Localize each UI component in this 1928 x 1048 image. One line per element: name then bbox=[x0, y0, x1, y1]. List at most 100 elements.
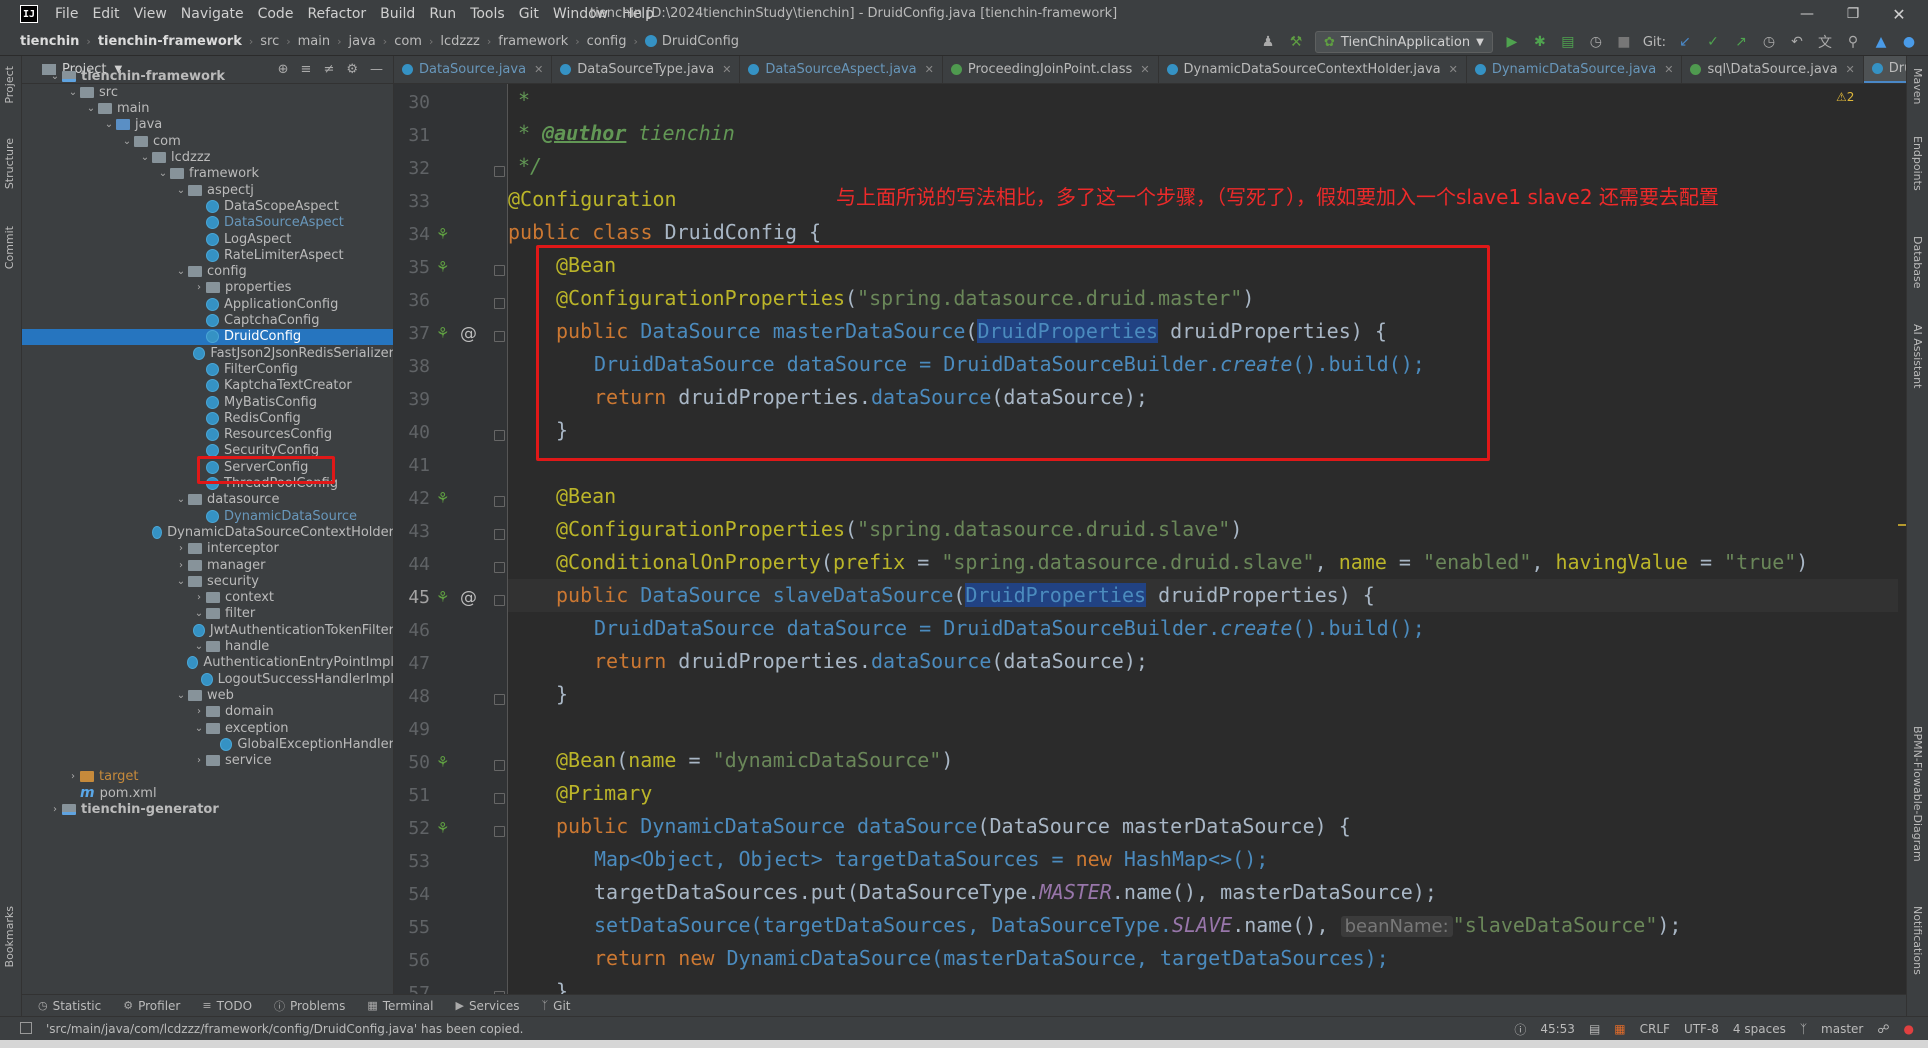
menu-run[interactable]: Run bbox=[422, 0, 463, 28]
tool-statistic[interactable]: ◷ Statistic bbox=[38, 999, 101, 1013]
fold-marker-icon[interactable] bbox=[494, 166, 505, 177]
tool-git[interactable]: ᛉ Git bbox=[542, 999, 571, 1013]
fold-marker-icon[interactable] bbox=[494, 265, 505, 276]
line-number[interactable]: 52 bbox=[394, 818, 430, 839]
file-encoding[interactable]: UTF-8 bbox=[1684, 1022, 1719, 1036]
search-icon[interactable]: ⚲ bbox=[1844, 33, 1862, 51]
chevron-right-icon[interactable]: › bbox=[174, 560, 188, 571]
warning-marker[interactable] bbox=[1898, 524, 1906, 526]
tree-item[interactable]: ⌄ handle bbox=[22, 639, 393, 655]
close-tab-icon[interactable]: ✕ bbox=[722, 63, 731, 76]
git-commit-icon[interactable]: ✓ bbox=[1704, 33, 1722, 51]
tree-item[interactable]: › target bbox=[22, 769, 393, 785]
menu-navigate[interactable]: Navigate bbox=[174, 0, 251, 28]
crumb-lcdzzz[interactable]: lcdzzz bbox=[440, 34, 479, 49]
user-icon[interactable]: ♟ bbox=[1259, 33, 1277, 51]
tree-item[interactable]: › tienchin-generator bbox=[22, 802, 393, 818]
tool-tab-bookmarks[interactable]: Bookmarks bbox=[3, 906, 16, 967]
chevron-right-icon[interactable]: › bbox=[66, 771, 80, 782]
menu-build[interactable]: Build bbox=[373, 0, 422, 28]
tree-item[interactable]: ⌄ web bbox=[22, 687, 393, 703]
readonly-toggle-icon[interactable]: ▤ bbox=[1589, 1022, 1600, 1036]
tree-item[interactable]: AuthenticationEntryPointImpl bbox=[22, 655, 393, 671]
chevron-right-icon[interactable]: › bbox=[192, 706, 206, 717]
editor-tab[interactable]: ProceedingJoinPoint.class ✕ bbox=[943, 56, 1159, 83]
chevron-down-icon[interactable]: ⌄ bbox=[120, 136, 134, 147]
chevron-right-icon[interactable]: › bbox=[192, 282, 206, 293]
tool-terminal[interactable]: ▦ Terminal bbox=[367, 999, 433, 1013]
close-tab-icon[interactable]: ✕ bbox=[534, 63, 543, 76]
fold-marker-icon[interactable] bbox=[494, 826, 505, 837]
chevron-right-icon[interactable]: › bbox=[192, 592, 206, 603]
editor-tab[interactable]: DataSource.java ✕ bbox=[394, 56, 553, 83]
chevron-down-icon[interactable]: ⌄ bbox=[138, 152, 152, 163]
tool-tab-bpmn[interactable]: BPMN-Flowable-Diagram bbox=[1911, 726, 1924, 862]
line-number[interactable]: 37 bbox=[394, 323, 430, 344]
line-number[interactable]: 49 bbox=[394, 719, 430, 740]
tool-tab-notifications[interactable]: Notifications bbox=[1911, 906, 1924, 975]
translate-icon[interactable]: 文 bbox=[1816, 33, 1834, 51]
editor-tab[interactable]: DruidConfig.java✕ bbox=[1863, 56, 1906, 83]
line-number[interactable]: 51 bbox=[394, 785, 430, 806]
line-number[interactable]: 53 bbox=[394, 851, 430, 872]
tool-todo[interactable]: ≡ TODO bbox=[202, 999, 252, 1013]
chevron-down-icon[interactable]: ⌄ bbox=[102, 119, 116, 130]
line-number[interactable]: 44 bbox=[394, 554, 430, 575]
tree-item[interactable]: ⌄ aspectj bbox=[22, 182, 393, 198]
tree-item[interactable]: › properties bbox=[22, 280, 393, 296]
chevron-down-icon[interactable]: ⌄ bbox=[174, 576, 188, 587]
chevron-down-icon[interactable]: ⌄ bbox=[174, 185, 188, 196]
tool-tab-endpoints[interactable]: Endpoints bbox=[1911, 136, 1924, 191]
line-separator[interactable]: CRLF bbox=[1640, 1022, 1670, 1036]
fold-marker-icon[interactable] bbox=[494, 529, 505, 540]
editor-tab[interactable]: DataSourceType.java ✕ bbox=[552, 56, 741, 83]
help-icon[interactable]: ⓘ bbox=[1514, 1021, 1526, 1038]
menu-refactor[interactable]: Refactor bbox=[300, 0, 373, 28]
tool-tab-project[interactable]: Project bbox=[3, 66, 16, 104]
tree-item[interactable]: › domain bbox=[22, 704, 393, 720]
rollback-icon[interactable]: ↶ bbox=[1788, 33, 1806, 51]
fold-marker-icon[interactable] bbox=[494, 694, 505, 705]
lock-icon[interactable]: ☍ bbox=[1877, 1022, 1889, 1036]
chevron-down-icon[interactable]: ⌄ bbox=[192, 723, 206, 734]
git-update-icon[interactable]: ↙ bbox=[1676, 33, 1694, 51]
toggle-tool-windows-icon[interactable] bbox=[20, 1022, 32, 1034]
close-icon[interactable]: ✕ bbox=[1876, 0, 1922, 28]
tree-item[interactable]: ApplicationConfig bbox=[22, 296, 393, 312]
crumb-config[interactable]: config bbox=[587, 34, 627, 49]
tree-item[interactable]: RateLimiterAspect bbox=[22, 247, 393, 263]
fold-marker-icon[interactable] bbox=[494, 793, 505, 804]
line-number[interactable]: 45 bbox=[394, 587, 430, 608]
close-tab-icon[interactable]: ✕ bbox=[1846, 63, 1855, 76]
tree-item[interactable]: ⌄ security bbox=[22, 573, 393, 589]
line-number[interactable]: 32 bbox=[394, 158, 430, 179]
close-tab-icon[interactable]: ✕ bbox=[1140, 63, 1149, 76]
ai-assistant-icon[interactable]: ● bbox=[1900, 33, 1918, 51]
menu-code[interactable]: Code bbox=[251, 0, 301, 28]
tree-item[interactable]: ⌄ src bbox=[22, 84, 393, 100]
line-number[interactable]: 50 bbox=[394, 752, 430, 773]
tree-item[interactable]: › service bbox=[22, 753, 393, 769]
tree-item[interactable]: JwtAuthenticationTokenFilter bbox=[22, 622, 393, 638]
coverage-icon[interactable]: ▤ bbox=[1559, 33, 1577, 51]
line-number[interactable]: 36 bbox=[394, 290, 430, 311]
run-icon[interactable]: ▶ bbox=[1503, 33, 1521, 51]
tree-item[interactable]: ⌄ lcdzzz bbox=[22, 150, 393, 166]
warning-count-badge[interactable]: ⚠2 bbox=[1836, 90, 1854, 104]
menu-edit[interactable]: Edit bbox=[85, 0, 126, 28]
tree-item[interactable]: DynamicDataSource bbox=[22, 508, 393, 524]
line-number[interactable]: 38 bbox=[394, 356, 430, 377]
tree-item[interactable]: ⌄ datasource bbox=[22, 492, 393, 508]
chevron-right-icon[interactable]: › bbox=[48, 804, 62, 815]
line-number[interactable]: 48 bbox=[394, 686, 430, 707]
chevron-right-icon[interactable]: › bbox=[192, 755, 206, 766]
git-branch[interactable]: master bbox=[1821, 1022, 1863, 1036]
tree-item[interactable]: › context bbox=[22, 590, 393, 606]
close-tab-icon[interactable]: ✕ bbox=[1664, 63, 1673, 76]
tree-item[interactable]: ⌄ main bbox=[22, 101, 393, 117]
history-icon[interactable]: ◷ bbox=[1760, 33, 1778, 51]
line-number[interactable]: 57 bbox=[394, 983, 430, 994]
tree-item[interactable]: GlobalExceptionHandler bbox=[22, 736, 393, 752]
update-icon[interactable]: ▲ bbox=[1872, 33, 1890, 51]
fold-marker-icon[interactable] bbox=[494, 331, 505, 342]
